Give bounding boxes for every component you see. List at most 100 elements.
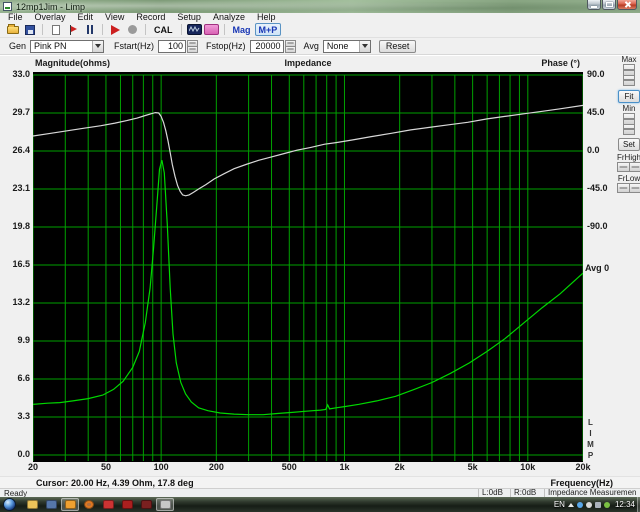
fstart-input[interactable]: 100 <box>158 39 187 53</box>
network-tray-icon[interactable] <box>594 501 601 508</box>
menu-edit[interactable]: Edit <box>72 13 100 22</box>
frequency-tick-label: 20 <box>27 462 38 472</box>
frlow-spinner[interactable] <box>617 183 640 193</box>
explorer-icon-button[interactable] <box>23 498 41 511</box>
phase-tick-label: -90.0 <box>587 221 608 231</box>
menu-overlay[interactable]: Overlay <box>29 13 72 22</box>
start-button[interactable] <box>3 498 16 511</box>
open-folder-icon <box>6 23 19 34</box>
record-stop-button[interactable] <box>125 23 140 37</box>
min-spinner[interactable] <box>623 113 635 135</box>
mode-pane: Impedance Measuremen <box>544 489 640 497</box>
new-file-button[interactable] <box>48 23 63 37</box>
avg-counter: Avg 0 <box>585 263 610 273</box>
toolbar-separator <box>180 24 182 35</box>
chevron-down-icon[interactable] <box>358 40 370 52</box>
max-spinner[interactable] <box>623 64 635 86</box>
right-level-pane: R:0dB <box>510 489 544 497</box>
magnitude-tick-label: 13.2 <box>12 297 30 307</box>
magnitude-phase-view-button[interactable]: M+P <box>254 23 282 36</box>
signal-icon <box>186 24 202 35</box>
spin-down-icon <box>623 124 635 135</box>
impedance-plot[interactable] <box>32 72 584 462</box>
open-file-button[interactable] <box>5 23 20 37</box>
frhigh-label: FrHigh <box>616 153 640 162</box>
avg-value: None <box>326 41 349 51</box>
maximize-button[interactable] <box>602 0 616 10</box>
frlow-label: FrLow <box>617 174 640 183</box>
pause-icon <box>86 25 93 34</box>
menu-help[interactable]: Help <box>251 13 282 22</box>
play-icon <box>111 24 120 35</box>
magnitude-tick-label: 6.6 <box>17 373 30 383</box>
image-app-icon-button[interactable] <box>61 498 79 511</box>
menu-record[interactable]: Record <box>130 13 171 22</box>
marker-button[interactable] <box>65 23 80 37</box>
generator-select[interactable]: Pink PN <box>30 39 105 53</box>
taskbar: EN 12:34 <box>0 497 640 512</box>
spin-up-icon <box>623 64 635 76</box>
menu-setup[interactable]: Setup <box>171 13 207 22</box>
save-icon <box>24 24 35 35</box>
limp-app-icon <box>159 500 171 509</box>
fstart-spinner[interactable] <box>187 39 199 53</box>
frhigh-spinner[interactable] <box>617 162 640 172</box>
system-tray: EN 12:34 <box>554 497 635 512</box>
min-label: Min <box>622 104 636 113</box>
probe-setup-button[interactable] <box>203 23 219 37</box>
fstop-spinner[interactable] <box>284 39 296 53</box>
corel-app-icon <box>140 500 152 509</box>
maximize-icon <box>605 2 613 7</box>
media-app-icon-button[interactable] <box>42 498 60 511</box>
generator-bar: Gen Pink PN Fstart(Hz) 100 Fstop(Hz) 200… <box>0 38 640 55</box>
update-tray-icon[interactable] <box>585 501 592 508</box>
phase-tick-label: -45.0 <box>587 183 608 193</box>
frequency-tick-label: 5k <box>467 462 478 472</box>
frequency-tick-label: 100 <box>153 462 169 472</box>
spin-left-icon <box>617 162 630 172</box>
frequency-tick-label: 50 <box>100 462 111 472</box>
fit-button[interactable]: Fit <box>618 90 640 103</box>
fstop-input[interactable]: 20000 <box>249 39 284 53</box>
magnitude-tick-label: 33.0 <box>12 69 30 79</box>
red-app-icon-button[interactable] <box>99 498 117 511</box>
avg-select[interactable]: None <box>322 39 371 53</box>
pause-button[interactable] <box>82 23 97 37</box>
rlc-measure-button[interactable] <box>186 23 202 37</box>
tray-expand-icon[interactable] <box>567 502 574 507</box>
calibrate-button[interactable]: CAL <box>151 23 176 37</box>
toolbar: CAL Mag M+P <box>0 22 640 38</box>
gen-label: Gen <box>9 41 27 51</box>
magnitude-view-button[interactable]: Mag <box>230 23 254 37</box>
reset-button[interactable]: Reset <box>378 39 417 53</box>
media-app-icon <box>45 500 57 509</box>
corel-app-icon-button[interactable] <box>137 498 155 511</box>
minimize-button[interactable] <box>587 0 601 10</box>
explorer-icon <box>26 500 38 509</box>
record-icon <box>128 25 137 34</box>
clock[interactable]: 12:34 <box>615 500 635 509</box>
taskbar-apps <box>23 498 174 511</box>
acrobat-icon-button[interactable] <box>118 498 136 511</box>
set-button[interactable]: Set <box>618 138 640 151</box>
image-app-icon <box>64 500 76 509</box>
limp-app-icon-button[interactable] <box>156 498 174 511</box>
tray-app-icon[interactable] <box>576 501 583 508</box>
menu-analyze[interactable]: Analyze <box>207 13 251 22</box>
record-start-button[interactable] <box>108 23 123 37</box>
magnitude-tick-label: 3.3 <box>17 411 30 421</box>
close-button[interactable] <box>617 0 637 10</box>
chevron-down-icon[interactable] <box>92 40 104 52</box>
menu-file[interactable]: File <box>2 13 29 22</box>
menu-view[interactable]: View <box>99 13 130 22</box>
probe-icon <box>203 24 219 35</box>
generator-value: Pink PN <box>34 41 67 51</box>
magnitude-tick-label: 9.9 <box>17 335 30 345</box>
save-file-button[interactable] <box>22 23 37 37</box>
phase-tick-label: 90.0 <box>587 69 605 79</box>
frequency-axis-title: Frequency(Hz) <box>550 478 613 488</box>
antivirus-tray-icon[interactable] <box>603 501 610 508</box>
language-indicator[interactable]: EN <box>554 500 565 509</box>
firefox-icon-button[interactable] <box>80 498 98 511</box>
red-app-icon <box>102 500 114 509</box>
